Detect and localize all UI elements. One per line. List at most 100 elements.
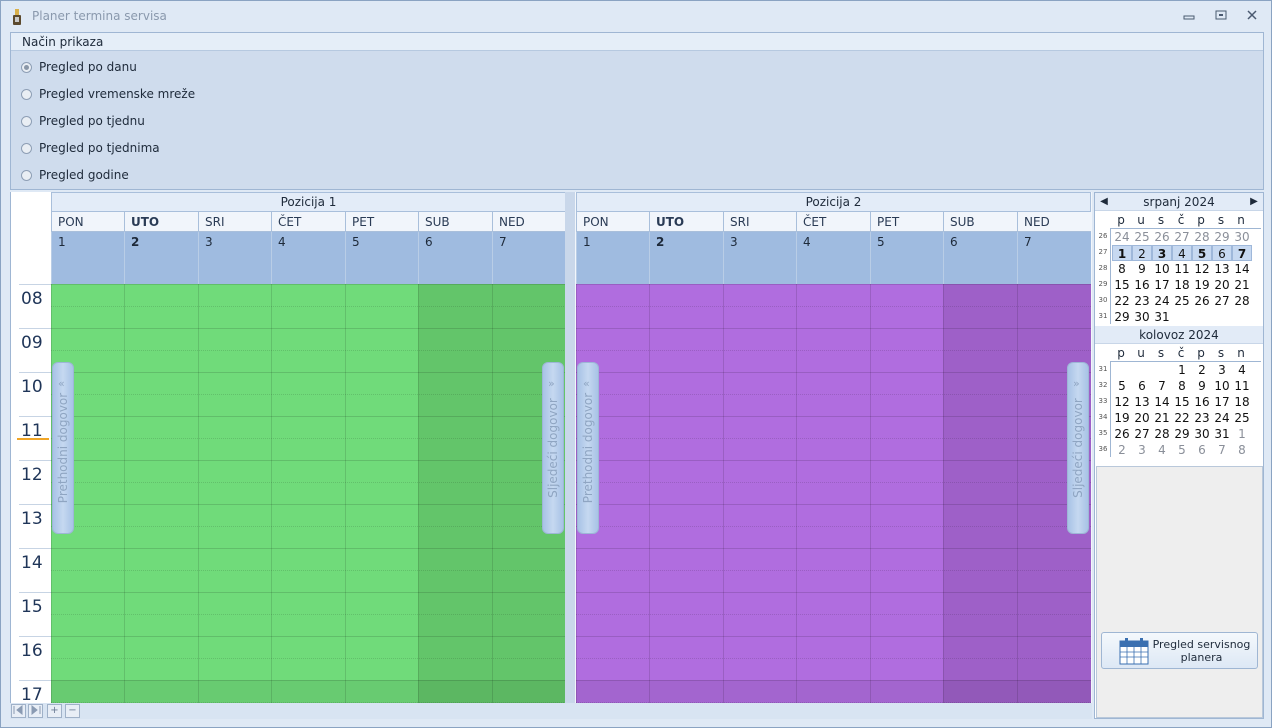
day-column[interactable] [124, 284, 198, 704]
calendar-day[interactable]: 17 [1152, 277, 1172, 293]
radio-timeline-view[interactable]: Pregled vremenske mreže [21, 85, 195, 103]
calendar-day[interactable]: 23 [1192, 410, 1212, 426]
calendar-day[interactable]: 4 [1232, 362, 1252, 378]
calendar-day[interactable]: 13 [1212, 261, 1232, 277]
calendar-day[interactable]: 26 [1112, 426, 1132, 442]
calendar-day[interactable]: 11 [1172, 261, 1192, 277]
next-appointment-button[interactable]: » Sljedeći dogovor [542, 362, 564, 534]
time-grid[interactable] [51, 284, 566, 704]
maximize-button[interactable] [1212, 9, 1230, 25]
calendar-day[interactable]: 3 [1212, 362, 1232, 378]
radio-button[interactable] [21, 169, 32, 181]
day-column[interactable] [796, 284, 870, 704]
calendar-day[interactable]: 25 [1172, 293, 1192, 309]
all-day-area[interactable]: 1234567 [51, 232, 566, 284]
calendar-day[interactable]: 29 [1172, 426, 1192, 442]
calendar-day[interactable]: 2 [1112, 442, 1132, 458]
calendar-day[interactable]: 15 [1112, 277, 1132, 293]
day-date[interactable]: 2 [649, 232, 723, 284]
calendar-day[interactable]: 7 [1212, 442, 1232, 458]
previous-month-arrow-icon[interactable]: ◀ [1097, 193, 1111, 211]
calendar-day[interactable]: 21 [1152, 410, 1172, 426]
radio-button[interactable] [21, 142, 32, 154]
calendar-day[interactable]: 24 [1212, 410, 1232, 426]
calendar-day[interactable]: 27 [1132, 426, 1152, 442]
calendar-day[interactable]: 5 [1172, 442, 1192, 458]
calendar-day[interactable]: 19 [1112, 410, 1132, 426]
day-date[interactable]: 2 [124, 232, 198, 284]
first-resource-button[interactable] [11, 704, 26, 718]
calendar-day[interactable]: 18 [1232, 394, 1252, 410]
calendar-day[interactable]: 8 [1232, 442, 1252, 458]
radio-button[interactable] [21, 115, 32, 127]
calendar-day[interactable]: 17 [1212, 394, 1232, 410]
calendar-day[interactable]: 10 [1152, 261, 1172, 277]
calendar-day[interactable]: 8 [1112, 261, 1132, 277]
day-date[interactable]: 1 [51, 232, 124, 284]
day-date[interactable]: 5 [345, 232, 418, 284]
remove-resource-button[interactable]: − [65, 704, 80, 718]
calendar-day[interactable]: 30 [1232, 229, 1252, 245]
calendar-day[interactable]: 26 [1192, 293, 1212, 309]
minimize-button[interactable] [1180, 9, 1198, 25]
next-month-arrow-icon[interactable]: ▶ [1247, 193, 1261, 211]
time-grid[interactable] [576, 284, 1091, 704]
radio-week-view[interactable]: Pregled po tjednu [21, 112, 145, 130]
day-column[interactable] [198, 284, 271, 704]
calendar-day[interactable]: 24 [1152, 293, 1172, 309]
calendar-day[interactable]: 18 [1172, 277, 1192, 293]
add-resource-button[interactable]: + [47, 704, 62, 718]
day-column[interactable] [271, 284, 345, 704]
calendar-day[interactable]: 10 [1212, 378, 1232, 394]
calendar-day[interactable]: 31 [1152, 309, 1172, 325]
day-date[interactable]: 6 [943, 232, 1017, 284]
planner-overview-button[interactable]: Pregled servisnog planera [1101, 632, 1258, 669]
day-column[interactable] [345, 284, 418, 704]
day-date[interactable]: 4 [796, 232, 870, 284]
close-button[interactable] [1243, 9, 1261, 25]
day-column[interactable] [723, 284, 796, 704]
calendar-day[interactable]: 12 [1192, 261, 1212, 277]
calendar-day[interactable]: 3 [1132, 442, 1152, 458]
day-date[interactable]: 3 [198, 232, 271, 284]
calendar-day[interactable]: 29 [1212, 229, 1232, 245]
calendar-day[interactable]: 27 [1172, 229, 1192, 245]
calendar-day[interactable]: 22 [1172, 410, 1192, 426]
calendar-day[interactable]: 4 [1172, 245, 1192, 261]
calendar-day[interactable]: 28 [1232, 293, 1252, 309]
radio-button[interactable] [21, 88, 32, 100]
day-column[interactable] [418, 284, 492, 704]
calendar-day[interactable]: 3 [1152, 245, 1172, 261]
calendar-day[interactable]: 9 [1132, 261, 1152, 277]
calendar-day[interactable]: 26 [1152, 229, 1172, 245]
calendar-day[interactable]: 28 [1152, 426, 1172, 442]
radio-button[interactable] [21, 61, 32, 73]
next-appointment-button[interactable]: » Sljedeći dogovor [1067, 362, 1089, 534]
calendar-day[interactable]: 25 [1132, 229, 1152, 245]
calendar-day[interactable]: 23 [1132, 293, 1152, 309]
calendar-day[interactable]: 25 [1232, 410, 1252, 426]
calendar-day[interactable]: 27 [1212, 293, 1232, 309]
calendar-day[interactable]: 30 [1192, 426, 1212, 442]
day-column[interactable] [943, 284, 1017, 704]
day-date[interactable]: 5 [870, 232, 943, 284]
day-date[interactable]: 6 [418, 232, 492, 284]
calendar-day[interactable]: 2 [1192, 362, 1212, 378]
calendar-day[interactable]: 5 [1192, 245, 1212, 261]
resource-splitter[interactable] [565, 192, 575, 704]
day-column[interactable] [870, 284, 943, 704]
day-date[interactable]: 3 [723, 232, 796, 284]
calendar-day[interactable]: 11 [1232, 378, 1252, 394]
calendar-day[interactable]: 1 [1232, 426, 1252, 442]
calendar-day[interactable]: 29 [1112, 309, 1132, 325]
radio-weeks-view[interactable]: Pregled po tjednima [21, 139, 160, 157]
calendar-day[interactable]: 7 [1232, 245, 1252, 261]
calendar-day[interactable]: 4 [1152, 442, 1172, 458]
calendar-day[interactable]: 8 [1172, 378, 1192, 394]
last-resource-button[interactable] [28, 704, 43, 718]
calendar-day[interactable]: 1 [1172, 362, 1192, 378]
calendar-day[interactable]: 31 [1212, 426, 1232, 442]
calendar-day[interactable]: 21 [1232, 277, 1252, 293]
day-date[interactable]: 7 [1017, 232, 1091, 284]
calendar-day[interactable]: 12 [1112, 394, 1132, 410]
